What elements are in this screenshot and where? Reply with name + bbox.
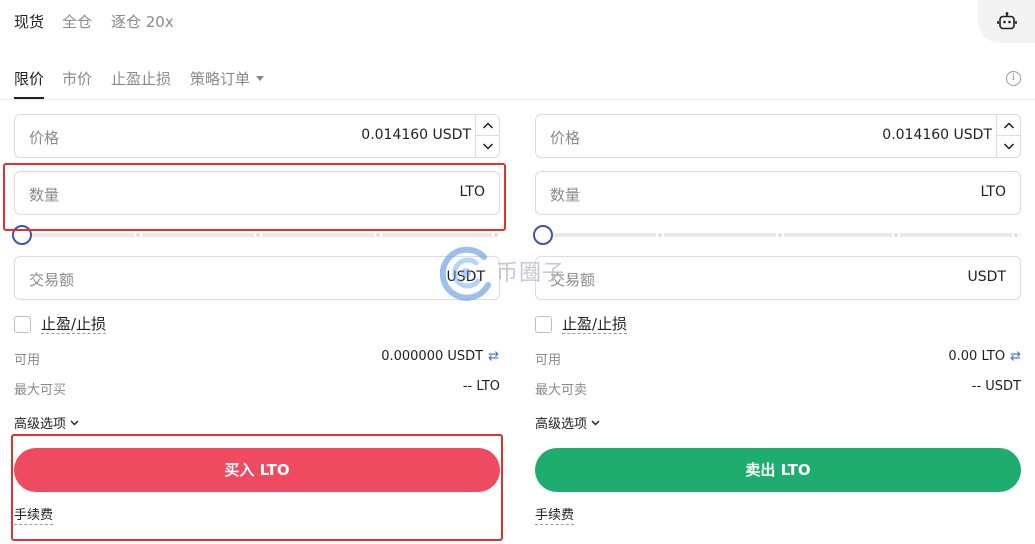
sell-advanced-label: 高级选项 [535, 417, 588, 432]
buy-available-row: 0.000000 USDT ⇄ [381, 349, 499, 364]
sell-price-value: 0.014160 USDT [882, 127, 992, 143]
sell-total-field[interactable]: 交易额 USDT [535, 256, 1021, 300]
tab-isolated-margin[interactable]: 逐仓 20x [111, 11, 174, 32]
trading-bot-button[interactable] [978, 0, 1035, 43]
buy-advanced-label: 高级选项 [14, 417, 67, 432]
tab-strategy-order[interactable]: 策略订单 [190, 68, 265, 89]
sell-price-increase[interactable] [997, 115, 1020, 136]
caret-down-icon [256, 76, 265, 81]
sell-price-label: 价格 [550, 129, 581, 147]
sell-amount-unit: LTO [980, 184, 1006, 200]
sell-available-value: 0.00 LTO [948, 349, 1006, 364]
sell-advanced-options[interactable]: 高级选项 [535, 413, 600, 432]
buy-max-label: 最大可买 [14, 383, 67, 398]
buy-advanced-options[interactable]: 高级选项 [14, 413, 79, 432]
sell-tpsl-label[interactable]: 止盈/止损 [562, 315, 628, 334]
robot-icon [997, 12, 1017, 30]
sell-slider-knob[interactable] [533, 225, 553, 245]
chevron-down-icon [591, 420, 600, 426]
buy-max-value: -- LTO [462, 379, 500, 394]
tab-tp-sl[interactable]: 止盈止损 [111, 68, 171, 89]
tab-market[interactable]: 市价 [62, 68, 92, 89]
swap-icon[interactable]: ⇄ [1010, 349, 1021, 364]
buy-price-decrease[interactable] [476, 136, 499, 157]
buy-tpsl-label[interactable]: 止盈/止损 [41, 315, 107, 334]
annotation-box-buy [11, 434, 503, 541]
sell-amount-field[interactable]: 数量 LTO [535, 171, 1021, 215]
arrow-down-icon [1003, 143, 1015, 150]
buy-total-field[interactable]: 交易额 USDT [14, 256, 500, 300]
buy-slider-stop[interactable] [134, 231, 142, 239]
sell-price-field[interactable]: 价格 0.014160 USDT [535, 114, 1021, 158]
sell-fee-label[interactable]: 手续费 [535, 508, 575, 525]
swap-icon[interactable]: ⇄ [488, 349, 499, 364]
info-icon[interactable]: i [1006, 71, 1021, 86]
buy-available-label: 可用 [14, 353, 41, 368]
arrow-down-icon [482, 143, 494, 150]
tab-cross-margin[interactable]: 全仓 [62, 11, 92, 32]
arrow-up-icon [482, 122, 494, 129]
sell-slider-stop[interactable] [776, 231, 784, 239]
buy-total-unit: USDT [446, 269, 485, 285]
sell-available-row: 0.00 LTO ⇄ [948, 349, 1021, 364]
tab-limit[interactable]: 限价 [14, 68, 44, 89]
sell-slider-stop[interactable] [656, 231, 664, 239]
buy-tpsl-checkbox[interactable] [14, 316, 31, 333]
sell-max-label: 最大可卖 [535, 383, 588, 398]
tab-strategy-label: 策略订单 [190, 70, 251, 88]
sell-price-stepper [996, 115, 1020, 157]
buy-slider-stop[interactable] [492, 231, 500, 239]
buy-price-stepper [475, 115, 499, 157]
buy-total-label: 交易额 [29, 271, 75, 289]
buy-price-label: 价格 [29, 129, 60, 147]
sell-slider-stop[interactable] [1012, 231, 1020, 239]
buy-price-field[interactable]: 价格 0.014160 USDT [14, 114, 500, 158]
sell-button[interactable]: 卖出 LTO [535, 448, 1021, 492]
sell-tpsl-checkbox[interactable] [535, 316, 552, 333]
buy-slider-stop[interactable] [254, 231, 262, 239]
sell-available-label: 可用 [535, 353, 562, 368]
buy-price-increase[interactable] [476, 115, 499, 136]
buy-price-value: 0.014160 USDT [361, 127, 471, 143]
annotation-box-amount [3, 163, 506, 231]
buy-slider-stop[interactable] [374, 231, 382, 239]
tab-spot[interactable]: 现货 [14, 11, 44, 32]
chevron-down-icon [70, 420, 79, 426]
sell-total-unit: USDT [967, 269, 1006, 285]
sell-slider-stop[interactable] [892, 231, 900, 239]
buy-available-value: 0.000000 USDT [381, 349, 484, 364]
sell-max-value: -- USDT [971, 379, 1021, 394]
sell-total-label: 交易额 [550, 271, 596, 289]
sell-price-decrease[interactable] [997, 136, 1020, 157]
tabs-divider [0, 99, 1035, 100]
arrow-up-icon [1003, 122, 1015, 129]
sell-amount-label: 数量 [550, 186, 581, 204]
